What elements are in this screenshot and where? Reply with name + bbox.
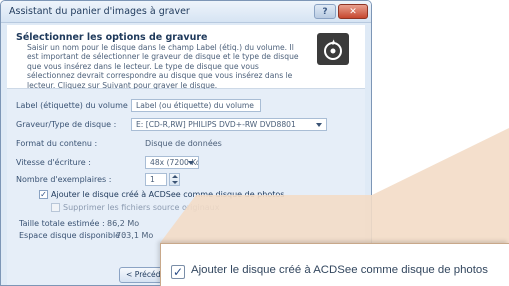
zoom-checkbox-label: Ajouter le disque créé à ACDSee comme di… — [191, 264, 488, 276]
write-speed-label: Vitesse d'écriture : — [16, 158, 91, 167]
close-button[interactable]: ✕ — [338, 4, 368, 19]
stepper-down-icon — [172, 181, 178, 184]
stepper-up-icon — [172, 175, 178, 178]
window-title: Assistant du panier d'images à graver — [9, 6, 190, 17]
burn-disc-icon — [317, 33, 349, 65]
burner-label: Graveur/Type de disque : — [16, 120, 117, 129]
zoom-checkbox: ✓ — [171, 265, 185, 279]
volume-label-label: Label (étiquette) du volume : — [16, 101, 134, 110]
wizard-header: Sélectionner les options de gravure Sais… — [7, 25, 365, 90]
copies-label: Nombre d'exemplaires : — [16, 175, 112, 184]
delete-originals-label: Supprimer les fichiers source originaux — [63, 203, 220, 212]
chevron-down-icon — [188, 161, 194, 165]
burner-select[interactable]: E: [CD-R,RW] PHILIPS DVD+-RW DVD8801 — [131, 118, 327, 131]
content-format-value: Disque de données — [145, 139, 222, 148]
total-size-value: 86,2 Mo — [107, 219, 140, 228]
copies-stepper[interactable] — [169, 173, 180, 186]
title-bar: Assistant du panier d'images à graver ? … — [1, 1, 371, 23]
add-to-acdsee-checkbox[interactable]: ✓ — [39, 190, 48, 199]
write-speed-select[interactable]: 48x (7200 Ko/s) — [145, 156, 199, 169]
burner-value: E: [CD-R,RW] PHILIPS DVD+-RW DVD8801 — [136, 120, 296, 129]
free-space-label: Espace disque disponible : — [19, 231, 126, 240]
delete-originals-checkbox[interactable] — [51, 203, 60, 212]
free-space-value: 703,1 Mo — [116, 231, 154, 240]
header-title: Sélectionner les options de gravure — [16, 32, 208, 43]
header-description: Saisir un nom pour le disque dans le cha… — [27, 43, 299, 90]
help-button[interactable]: ? — [314, 4, 336, 19]
chevron-down-icon — [316, 123, 322, 127]
copies-input[interactable]: 1 — [145, 173, 167, 186]
zoom-callout-panel: ✓ Ajouter le disque créé à ACDSee comme … — [160, 243, 509, 286]
add-to-acdsee-label: Ajouter le disque créé à ACDSee comme di… — [51, 190, 285, 199]
volume-label-input[interactable]: Label (ou étiquette) du volume — [131, 99, 261, 112]
content-format-label: Format du contenu : — [16, 139, 98, 148]
total-size-label: Taille totale estimée : — [19, 219, 105, 228]
